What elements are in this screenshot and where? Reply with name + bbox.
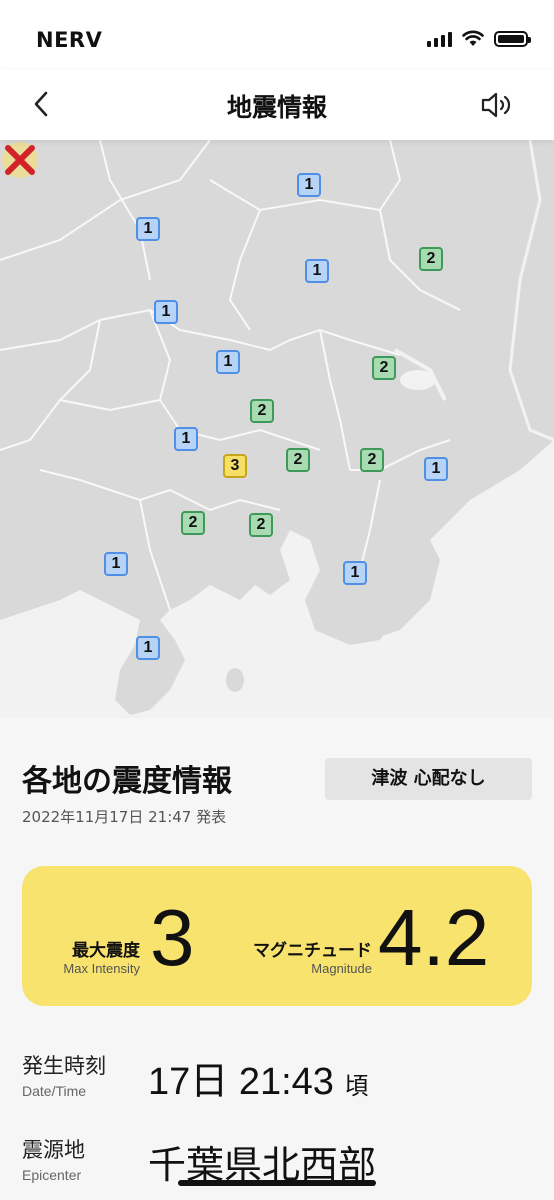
section-title: 各地の震度情報 [22, 764, 232, 799]
intensity-marker[interactable]: 1 [154, 300, 178, 324]
datetime-label-jp: 発生時刻 [22, 1054, 106, 1078]
intensity-marker[interactable]: 1 [136, 217, 160, 241]
nav-bar: 地震情報 [0, 70, 554, 140]
intensity-marker[interactable]: 1 [305, 259, 329, 283]
max-intensity-label: 最大震度 Max Intensity [22, 936, 140, 976]
map-background [0, 140, 554, 718]
epicenter-label: 震源地 Epicenter [22, 1134, 85, 1183]
intensity-marker[interactable]: 2 [286, 448, 310, 472]
epicenter-label-jp: 震源地 [22, 1138, 85, 1162]
intensity-marker[interactable]: 1 [343, 561, 367, 585]
intensity-marker[interactable]: 1 [297, 173, 321, 197]
max-intensity-label-jp: 最大震度 [72, 941, 140, 961]
magnitude-label-jp: マグニチュード [253, 941, 372, 961]
intensity-map[interactable]: 1 1 1 2 1 1 2 2 1 3 2 2 1 2 2 1 1 1 [0, 140, 554, 718]
page-title: 地震情報 [226, 93, 327, 122]
datetime-main: 17日 21:43 [148, 1061, 334, 1103]
carrier-name: NERV [36, 28, 103, 52]
status-bar: NERV [0, 0, 554, 70]
datetime-label-en: Date/Time [22, 1083, 87, 1099]
intensity-marker[interactable]: 2 [181, 511, 205, 535]
earthquake-info-panel: 各地の震度情報 津波 心配なし 2022年11月17日 21:47 発表 最大震… [0, 718, 554, 1200]
battery-icon [494, 30, 531, 47]
intensity-marker[interactable]: 1 [424, 457, 448, 481]
datetime-suffix: 頃 [344, 1073, 369, 1100]
intensity-marker[interactable]: 1 [216, 350, 240, 374]
epicenter-marker-icon [2, 142, 38, 178]
datetime-label: 発生時刻 Date/Time [22, 1050, 106, 1099]
intensity-marker[interactable]: 2 [419, 247, 443, 271]
summary-card: 最大震度 Max Intensity 3 マグニチュード Magnitude 4… [22, 866, 532, 1006]
wifi-icon [462, 30, 484, 46]
announcement-time: 2022年11月17日 21:47 発表 [22, 808, 227, 826]
tsunami-status-badge: 津波 心配なし [325, 758, 532, 800]
intensity-marker[interactable]: 2 [249, 513, 273, 537]
intensity-marker[interactable]: 2 [360, 448, 384, 472]
max-intensity-label-en: Max Intensity [63, 961, 140, 976]
intensity-marker[interactable]: 1 [136, 636, 160, 660]
max-intensity-value: 3 [150, 893, 195, 982]
status-icons [427, 30, 531, 47]
datetime-value: 17日 21:43 頃 [148, 1050, 368, 1105]
intensity-marker[interactable]: 2 [372, 356, 396, 380]
magnitude-label-en: Magnitude [311, 961, 372, 976]
intensity-marker[interactable]: 3 [223, 454, 247, 478]
intensity-marker[interactable]: 1 [104, 552, 128, 576]
magnitude-label: マグニチュード Magnitude [222, 936, 372, 976]
intensity-marker[interactable]: 2 [250, 399, 274, 423]
signal-icon [427, 31, 452, 47]
speaker-icon [481, 92, 511, 118]
sound-button[interactable] [478, 87, 514, 123]
magnitude-value: 4.2 [378, 893, 490, 982]
epicenter-label-en: Epicenter [22, 1167, 82, 1183]
home-indicator[interactable] [178, 1180, 376, 1186]
intensity-marker[interactable]: 1 [174, 427, 198, 451]
